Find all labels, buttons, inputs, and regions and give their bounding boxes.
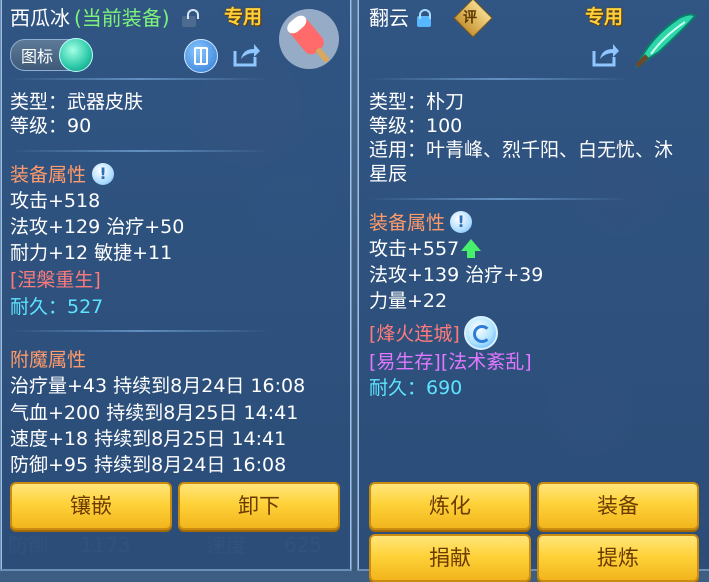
- attr-line-1: 攻击+518: [10, 190, 101, 212]
- refresh-icon[interactable]: [464, 316, 498, 350]
- divider: [10, 150, 270, 152]
- fit-line-cont: 星辰: [369, 163, 408, 185]
- enchant-line-3: 速度+18 持续到8月25日 14:41: [10, 428, 287, 450]
- type-line: 类型：武器皮肤: [10, 91, 144, 113]
- info-icon[interactable]: !: [92, 163, 114, 185]
- divider: [369, 78, 629, 80]
- divider: [10, 330, 270, 332]
- unlock-icon[interactable]: [182, 9, 199, 27]
- divider: [369, 198, 629, 200]
- toggle-knob-icon: [59, 38, 93, 72]
- refine-button[interactable]: 炼化: [369, 482, 531, 530]
- attr-line-2: 法攻+139 治疗+39: [369, 264, 544, 286]
- exclusive-badge: 专用: [585, 6, 624, 28]
- extract-button[interactable]: 提炼: [537, 534, 699, 582]
- share-icon[interactable]: [230, 39, 262, 71]
- item-icon-blade: [629, 8, 697, 69]
- unequip-button[interactable]: 卸下: [178, 482, 340, 530]
- attr-line-1: 攻击+557: [369, 238, 460, 260]
- special-effect-2: [易生存][法术紊乱]: [369, 351, 532, 373]
- special-effect: [烽火连城]: [369, 323, 460, 345]
- wardrobe-icon[interactable]: [184, 39, 218, 73]
- icon-toggle[interactable]: 图标: [10, 38, 93, 72]
- enchant-line-1: 治疗量+43 持续到8月24日 16:08: [10, 375, 306, 397]
- durability-line: 耐久：690: [369, 377, 463, 399]
- fit-line: 适用：叶青峰、烈千阳、白无忧、沐: [369, 139, 674, 161]
- arrow-up-icon: [461, 239, 481, 258]
- attr-header: 装备属性: [369, 212, 446, 234]
- share-icon[interactable]: [589, 39, 621, 71]
- enchant-header: 附魔属性: [10, 349, 87, 371]
- lock-icon[interactable]: [417, 9, 431, 27]
- equip-button[interactable]: 装备: [537, 482, 699, 530]
- enchant-line-4: 防御+95 持续到8月24日 16:08: [10, 454, 287, 476]
- equipment-tooltip-current: 西瓜冰 (当前装备) 专用 图标 类型：武器皮肤 等级：90 装备属性 ! 攻击…: [0, 0, 352, 571]
- icon-toggle-label: 图标: [21, 47, 54, 66]
- item-name: 翻云: [369, 6, 409, 30]
- type-line: 类型：朴刀: [369, 91, 465, 113]
- item-icon-popsicle: [274, 6, 339, 69]
- attr-line-2: 法攻+129 治疗+50: [10, 216, 185, 238]
- equipment-tooltip-compare: 翻云 评 专用 类型：朴刀 等级：100 适用：叶青峰、烈千阳、白无忧、沐 星辰…: [357, 0, 709, 582]
- divider: [10, 78, 270, 80]
- attr-line-3: 力量+22: [369, 290, 448, 312]
- enchant-line-2: 气血+200 持续到8月25日 14:41: [10, 402, 299, 424]
- inlay-button[interactable]: 镶嵌: [10, 482, 172, 530]
- review-badge: 评: [463, 10, 477, 26]
- level-line: 等级：90: [10, 115, 92, 137]
- level-line: 等级：100: [369, 115, 463, 137]
- exclusive-badge: 专用: [224, 6, 263, 28]
- equipped-tag: (当前装备): [74, 6, 170, 30]
- donate-button[interactable]: 捐献: [369, 534, 531, 582]
- special-effect: [涅槃重生]: [10, 269, 101, 291]
- info-icon[interactable]: !: [450, 211, 472, 233]
- attr-line-3: 耐力+12 敏捷+11: [10, 242, 173, 264]
- attr-header: 装备属性: [10, 164, 87, 186]
- item-name: 西瓜冰: [10, 6, 70, 30]
- durability-line: 耐久：527: [10, 296, 104, 318]
